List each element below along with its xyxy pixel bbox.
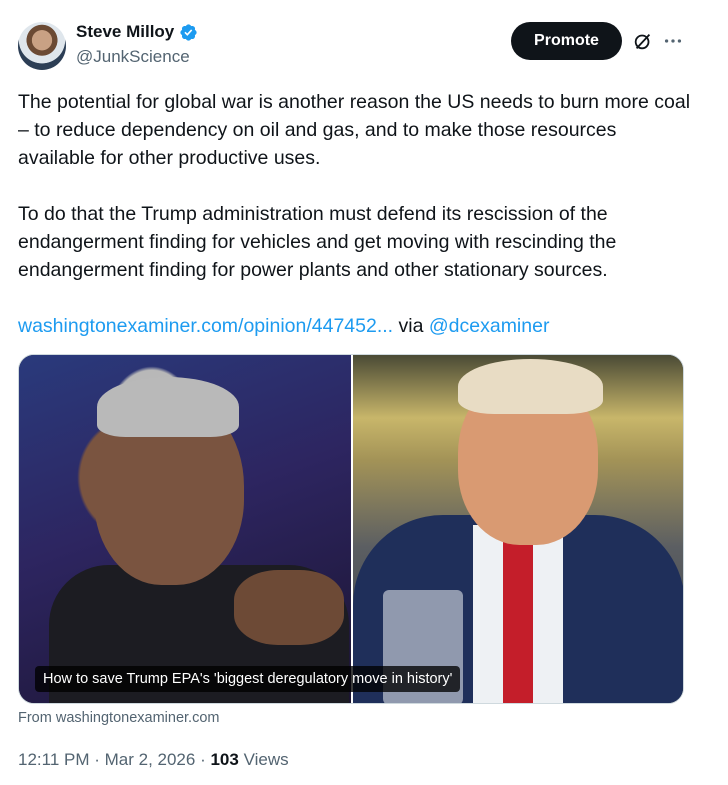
author-name-row: Steve Milloy <box>76 22 198 42</box>
tweet-link-row: washingtonexaminer.com/opinion/447452...… <box>18 312 549 340</box>
card-image-left <box>19 355 351 703</box>
via-handle-link[interactable]: @dcexaminer <box>429 315 550 337</box>
grok-icon[interactable] <box>632 30 654 52</box>
meta-separator: · <box>195 750 211 769</box>
via-text: via <box>393 315 429 337</box>
tweet-meta: 12:11 PM · Mar 2, 2026 · 103 Views <box>18 750 289 770</box>
views-count: 103 <box>210 750 239 769</box>
author-display-name[interactable]: Steve Milloy <box>76 22 174 42</box>
more-icon[interactable] <box>662 30 684 52</box>
tweet-time[interactable]: 12:11 PM <box>18 750 90 769</box>
author-handle[interactable]: @JunkScience <box>76 47 190 67</box>
tweet-paragraph-2: To do that the Trump administration must… <box>18 203 617 281</box>
tweet-paragraph-1: The potential for global war is another … <box>18 91 691 169</box>
promote-button[interactable]: Promote <box>511 22 622 60</box>
verified-badge-icon <box>180 23 197 41</box>
article-link[interactable]: washingtonexaminer.com/opinion/447452... <box>18 315 393 337</box>
card-image-right <box>353 355 683 703</box>
tweet-date[interactable]: Mar 2, 2026 <box>105 750 196 769</box>
meta-separator: · <box>89 750 105 769</box>
views-label: Views <box>238 750 289 769</box>
card-source[interactable]: From washingtonexaminer.com <box>18 710 219 726</box>
tweet-text: The potential for global war is another … <box>18 88 698 284</box>
avatar[interactable] <box>18 22 66 70</box>
link-card[interactable]: How to save Trump EPA's 'biggest deregul… <box>18 354 684 704</box>
card-caption: How to save Trump EPA's 'biggest deregul… <box>35 666 461 692</box>
